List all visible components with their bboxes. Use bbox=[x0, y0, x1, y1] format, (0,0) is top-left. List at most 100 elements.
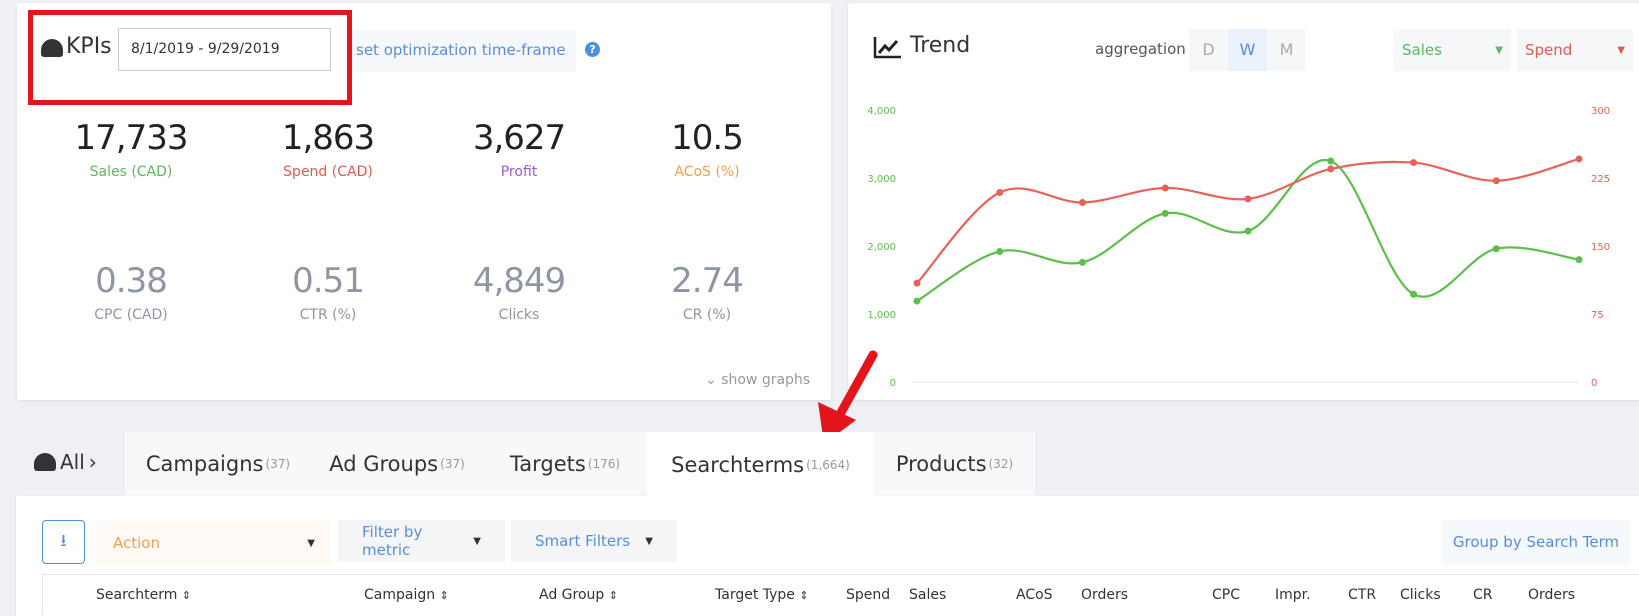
data-point-spend bbox=[1327, 165, 1335, 173]
dashboard-icon bbox=[34, 453, 56, 471]
kpi-label: CPC (CAD) bbox=[94, 307, 168, 323]
group-by-label: Group by Search Term bbox=[1452, 533, 1620, 551]
right-metric-value: Spend bbox=[1525, 41, 1573, 59]
y_right-tick-label: 300 bbox=[1591, 106, 1610, 117]
kpi-value: 2.74 bbox=[671, 261, 744, 301]
left-metric-value: Sales bbox=[1402, 41, 1442, 59]
download-icon: ⭳ bbox=[60, 530, 67, 551]
kpi-tile: 4,849 Clicks bbox=[434, 261, 604, 323]
y_left-tick-label: 4,000 bbox=[867, 106, 896, 117]
kpi-tile: 1,863 Spend (CAD) bbox=[243, 118, 413, 180]
left-metric-select[interactable]: Sales ▼ bbox=[1394, 29, 1511, 71]
dashboard-icon bbox=[41, 39, 63, 57]
tab-searchterms[interactable]: Searchterms (1,664) bbox=[647, 432, 874, 498]
kpi-label: Sales (CAD) bbox=[89, 164, 173, 180]
smart-filters-button[interactable]: Smart Filters ▼ bbox=[511, 520, 677, 562]
data-point-spend bbox=[996, 189, 1004, 197]
chevron-right-icon: › bbox=[88, 450, 97, 474]
kpi-value: 4,849 bbox=[472, 261, 566, 301]
trend-chart: 0 1,000 2,000 3,000 4,000 0 75 150 225 300 bbox=[867, 106, 1610, 389]
filter-label: Filter by metric bbox=[362, 523, 423, 559]
data-point-sales bbox=[1079, 258, 1086, 266]
aggregation-d[interactable]: D bbox=[1189, 29, 1228, 71]
kpi-title: KPIs bbox=[66, 34, 112, 59]
tab-label: Targets bbox=[509, 452, 586, 476]
tab-count: (1,664) bbox=[806, 458, 850, 472]
line-chart-icon bbox=[873, 37, 901, 59]
tab-ad-groups[interactable]: Ad Groups (37) bbox=[311, 432, 483, 496]
tab-label: Searchterms bbox=[671, 453, 805, 477]
aggregation-m[interactable]: M bbox=[1267, 29, 1306, 71]
action-label: Action bbox=[113, 534, 160, 552]
kpi-label: Clicks bbox=[498, 307, 540, 323]
tab-products[interactable]: Products (32) bbox=[874, 432, 1035, 496]
y_left-tick-label: 0 bbox=[890, 378, 896, 389]
caret-down-icon: ▼ bbox=[1617, 44, 1625, 56]
kpi-label: Spend (CAD) bbox=[283, 164, 373, 180]
aggregation-toggle: D W M bbox=[1189, 29, 1306, 71]
kpi-label: ACoS (%) bbox=[674, 164, 740, 180]
tab-targets[interactable]: Targets (176) bbox=[483, 432, 647, 496]
data-point-sales bbox=[996, 247, 1004, 255]
data-point-spend bbox=[1161, 184, 1169, 192]
kpi-value: 0.38 bbox=[95, 261, 168, 301]
aggregation-w[interactable]: W bbox=[1228, 29, 1267, 71]
tab-label: Campaigns bbox=[145, 452, 264, 476]
kpi-value: 10.5 bbox=[671, 118, 744, 158]
kpi-value: 0.51 bbox=[292, 261, 365, 301]
kpi-tile: 2.74 CR (%) bbox=[622, 261, 792, 323]
download-button[interactable]: ⭳ bbox=[42, 520, 85, 564]
kpi-tile: 0.51 CTR (%) bbox=[243, 261, 413, 323]
tab-count: (32) bbox=[988, 457, 1014, 471]
sort-icon: ⇕ bbox=[439, 589, 449, 602]
kpi-value: 3,627 bbox=[472, 118, 566, 158]
optimization-timeframe-link[interactable]: set optimization time-frame bbox=[352, 30, 576, 72]
data-point-sales bbox=[1327, 157, 1335, 165]
data-point-sales bbox=[913, 297, 921, 305]
sort-icon: ⇕ bbox=[181, 589, 192, 602]
kpi-tile: 0.38 CPC (CAD) bbox=[46, 261, 216, 323]
filter-by-metric-button[interactable]: Filter by metric ▼ bbox=[338, 520, 505, 562]
data-point-spend bbox=[1244, 195, 1252, 203]
data-point-sales bbox=[1492, 245, 1500, 253]
kpi-label: CTR (%) bbox=[299, 307, 357, 323]
kpi-label: Profit bbox=[500, 164, 538, 180]
y_right-tick-label: 75 bbox=[1591, 310, 1604, 321]
kpi-tile: 10.5 ACoS (%) bbox=[622, 118, 792, 180]
group-by-search-term-button[interactable]: Group by Search Term bbox=[1442, 520, 1630, 564]
y_left-tick-label: 3,000 bbox=[867, 174, 896, 185]
breadcrumb-root[interactable]: All › bbox=[34, 450, 97, 474]
date-range-input[interactable]: 8/1/2019 - 9/29/2019 bbox=[118, 28, 331, 71]
caret-down-icon: ▼ bbox=[645, 535, 653, 547]
caret-down-icon: ▼ bbox=[307, 537, 315, 549]
data-point-spend bbox=[913, 279, 921, 287]
data-point-sales bbox=[1575, 256, 1583, 264]
kpi-tile: 17,733 Sales (CAD) bbox=[46, 118, 216, 180]
tab-count: (37) bbox=[440, 457, 465, 471]
data-point-spend bbox=[1410, 159, 1417, 167]
show-graphs-toggle[interactable]: ⌄ show graphs bbox=[705, 372, 810, 388]
data-point-sales bbox=[1244, 227, 1252, 235]
show-graphs-label: show graphs bbox=[721, 372, 811, 388]
tab-campaigns[interactable]: Campaigns (37) bbox=[125, 432, 311, 496]
y_right-tick-label: 225 bbox=[1591, 174, 1610, 185]
series-line-spend bbox=[916, 157, 1580, 284]
data-point-sales bbox=[1161, 209, 1169, 217]
data-point-spend bbox=[1575, 155, 1583, 163]
action-select[interactable]: Action ▼ bbox=[97, 520, 331, 566]
kpi-tile: 3,627 Profit bbox=[434, 118, 604, 180]
data-point-sales bbox=[1410, 290, 1417, 298]
right-metric-select[interactable]: Spend ▼ bbox=[1517, 29, 1633, 71]
caret-down-icon: ▼ bbox=[473, 535, 481, 547]
tab-label: Ad Groups bbox=[329, 452, 439, 476]
kpi-value: 1,863 bbox=[281, 118, 375, 158]
y_right-tick-label: 150 bbox=[1591, 242, 1610, 253]
trend-title: Trend bbox=[910, 33, 971, 58]
question-circle-icon[interactable]: ? bbox=[585, 42, 600, 57]
kpi-label: CR (%) bbox=[682, 307, 732, 323]
tab-label: Products bbox=[895, 452, 987, 476]
y_right-tick-label: 0 bbox=[1591, 378, 1597, 389]
smart-filters-label: Smart Filters bbox=[535, 532, 631, 550]
aggregation-label: aggregation bbox=[1095, 40, 1186, 58]
sort-icon: ⇕ bbox=[608, 589, 618, 602]
